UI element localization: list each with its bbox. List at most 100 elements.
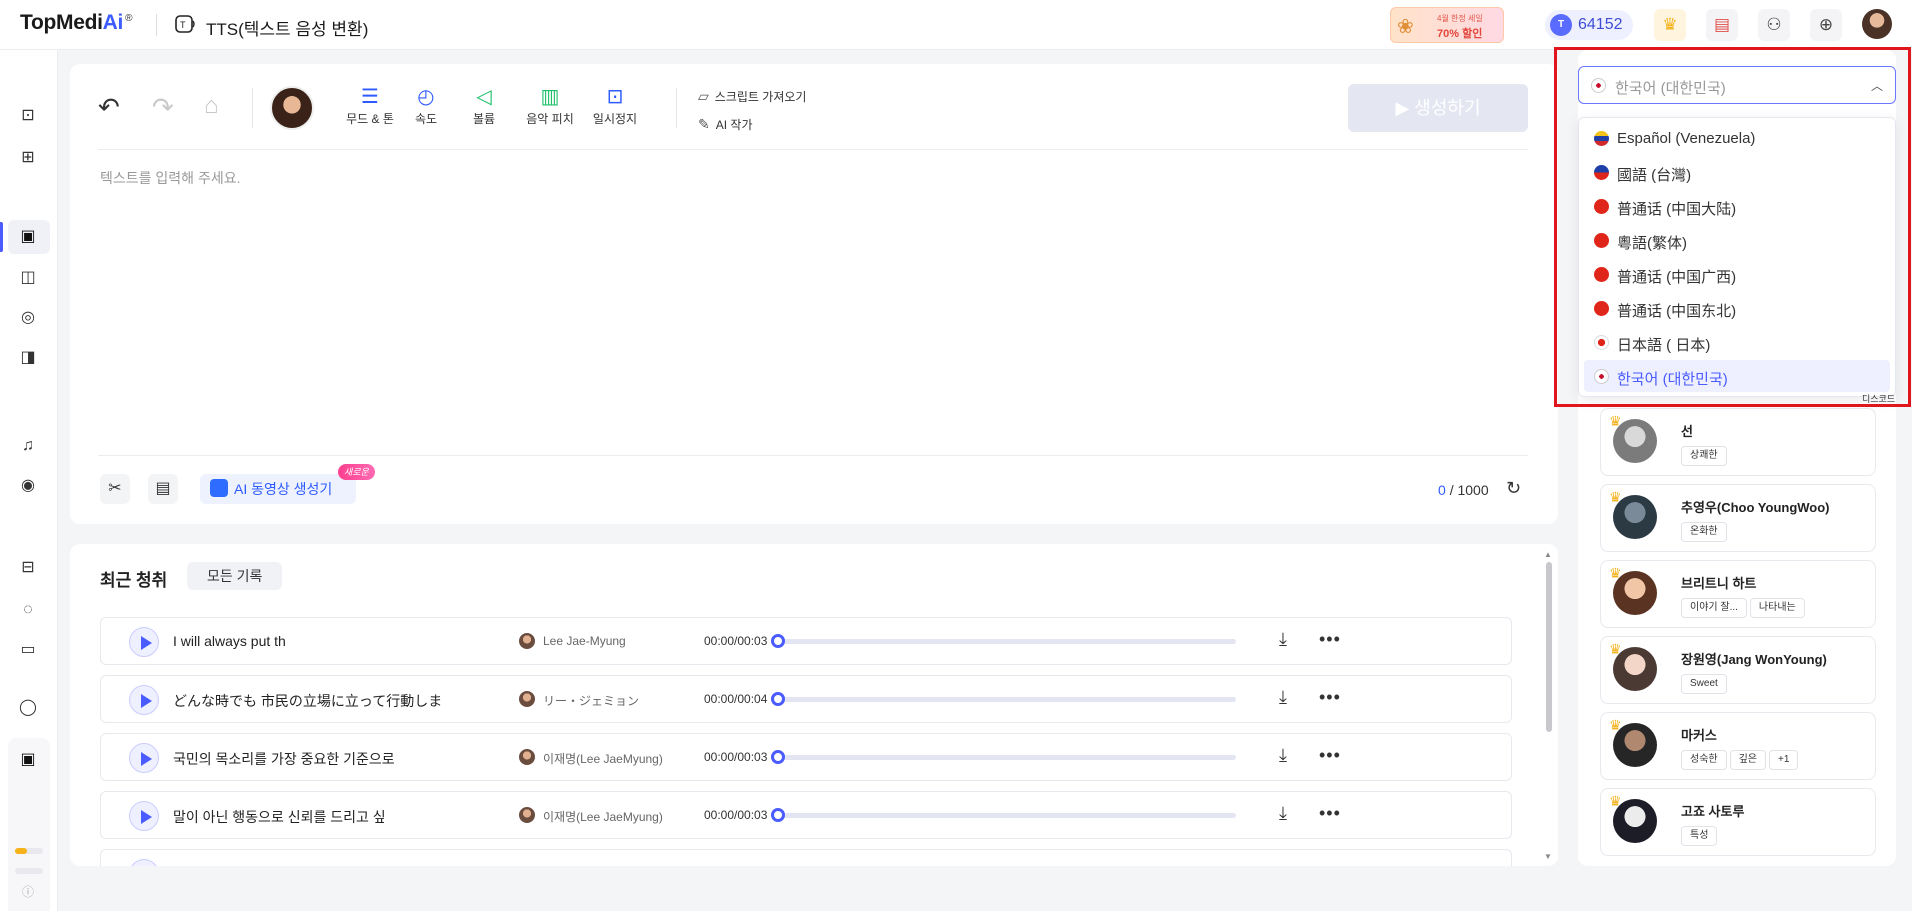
clear-brush-icon[interactable]: ⌂	[204, 92, 219, 120]
crown-icon: ♛	[1609, 717, 1622, 733]
scroll-down-arrow[interactable]: ▼	[1544, 852, 1552, 861]
chevron-up-icon: ︿	[1870, 79, 1883, 93]
audio-icon[interactable]: ◎	[18, 308, 38, 328]
script-import-link[interactable]: ▱ 스크립트 가져오기	[698, 88, 806, 105]
voice-card[interactable]: ♛ 선 상쾌한	[1600, 408, 1876, 476]
more-options-icon[interactable]: •••	[1319, 745, 1341, 766]
progress-track[interactable]	[778, 755, 1236, 760]
download-icon[interactable]: ⤓	[1279, 745, 1287, 766]
voice-changer-icon[interactable]: ◨	[18, 348, 38, 368]
voice-tag: 깊은	[1729, 750, 1767, 770]
mood-tone-button[interactable]: ☰ 무드 & 톤	[340, 84, 400, 127]
progress-track[interactable]	[778, 697, 1236, 702]
more-options-icon[interactable]: •••	[1319, 803, 1341, 824]
app-logo[interactable]: TopMediAi ®	[20, 11, 132, 35]
download-icon[interactable]: ⤓	[1279, 803, 1287, 824]
voice-clone-icon[interactable]: ◫	[18, 268, 38, 288]
language-option-selected[interactable]: 한국어 (대한민국)	[1584, 360, 1890, 392]
credits-count: 64152	[1578, 16, 1623, 33]
promo-line2: 70% 할인	[1437, 28, 1483, 40]
language-select[interactable]: 한국어 (대한민국) ︿	[1578, 66, 1896, 104]
credit-coin-icon: T	[1550, 14, 1572, 36]
download-icon[interactable]: ⤓	[1279, 687, 1287, 708]
language-option[interactable]: 普通话 (中国大陆)	[1584, 190, 1890, 222]
pitch-icon: ▥	[540, 86, 560, 108]
history-scrollbar[interactable]	[1546, 562, 1552, 732]
progress-track[interactable]	[778, 813, 1236, 818]
language-selected: 한국어 (대한민국)	[1615, 80, 1726, 97]
quota-progress	[15, 848, 43, 854]
selected-voice-avatar[interactable]	[270, 86, 314, 130]
pitch-button[interactable]: ▥ 음악 피치	[520, 84, 580, 127]
download-icon[interactable]: ⤓	[1279, 629, 1287, 650]
language-option[interactable]: 普通话 (中国广西)	[1584, 258, 1890, 290]
voice-card[interactable]: ♛ 고죠 사토루 특성	[1600, 788, 1876, 856]
speed-button[interactable]: ◴ 속도	[406, 84, 446, 127]
language-option[interactable]: 日本語 ( 日本)	[1584, 326, 1890, 358]
voice-name: 이재명(Lee JaeMyung)	[543, 810, 663, 824]
chat-icon[interactable]: ◯	[18, 698, 38, 718]
all-records-button[interactable]: 모든 기록	[187, 562, 283, 590]
voice-card[interactable]: ♛ 추영우(Choo YoungWoo) 온화한	[1600, 484, 1876, 552]
gift-icon: ❀	[1397, 16, 1414, 38]
volume-button[interactable]: ◁ 볼륨	[462, 84, 506, 127]
ai-writer-link[interactable]: ✎ AI 작가	[698, 116, 753, 133]
video-import-icon[interactable]: ⊡	[18, 106, 38, 126]
progress-knob[interactable]	[771, 634, 785, 648]
progress-track[interactable]	[778, 639, 1236, 644]
refresh-icon[interactable]: ↻	[1506, 478, 1521, 499]
pause-button[interactable]: ⊡ 일시정지	[590, 84, 640, 127]
camera-icon[interactable]: ⊞	[18, 148, 38, 168]
play-button[interactable]	[129, 801, 159, 831]
history-title: 최근 청취	[100, 571, 168, 590]
globe-icon[interactable]: ⊕	[1810, 9, 1842, 41]
play-button[interactable]	[129, 859, 159, 866]
play-button[interactable]	[129, 743, 159, 773]
subtitle-icon[interactable]: ▤	[148, 474, 178, 504]
voice-card[interactable]: ♛ 장원영(Jang WonYoung) Sweet	[1600, 636, 1876, 704]
planet-icon[interactable]: ◌	[18, 600, 38, 620]
ai-icon[interactable]: ⊟	[18, 558, 38, 578]
progress-knob[interactable]	[771, 692, 785, 706]
language-option[interactable]: 國語 (台灣)	[1584, 156, 1890, 188]
info-icon[interactable]: ⓘ	[18, 882, 38, 902]
progress-knob[interactable]	[771, 808, 785, 822]
voice-name: 장원영(Jang WonYoung)	[1681, 652, 1827, 667]
voice-tag: 성숙한	[1681, 750, 1727, 770]
tts-editor-card: ↶ ↷ ⌂ ☰ 무드 & 톤 ◴ 속도 ◁ 볼륨 ▥ 음악 피치 ⊡ 일시정지 ▱ 스크립트…	[70, 64, 1558, 524]
more-options-icon[interactable]: •••	[1319, 629, 1341, 650]
history-row: 말이 아닌 행동으로 신뢰를 드리고 싶 이재명(Lee JaeMyung) 0…	[100, 791, 1512, 839]
redo-icon[interactable]: ↷	[152, 92, 174, 123]
scissors-icon[interactable]: ✂	[100, 474, 130, 504]
volume-icon: ◁	[476, 86, 492, 108]
voice-name: 선	[1681, 424, 1693, 439]
user-avatar[interactable]	[1862, 9, 1892, 39]
music-icon[interactable]: ♫	[18, 436, 38, 456]
voice-card[interactable]: ♛ 브리트니 하트 이야기 잘... 나타내는	[1600, 560, 1876, 628]
generate-button[interactable]: ▶ 생성하기	[1348, 84, 1528, 132]
promo-banner[interactable]: ❀ 4월 한정 세일 70% 할인	[1390, 7, 1504, 43]
play-button[interactable]	[129, 685, 159, 715]
calendar-icon[interactable]: ▤	[1706, 9, 1738, 41]
credits-badge[interactable]: T 64152	[1545, 10, 1633, 40]
text-input[interactable]	[100, 168, 1520, 498]
progress-knob[interactable]	[771, 750, 785, 764]
crown-premium-icon[interactable]: ♛	[1654, 9, 1686, 41]
record-icon[interactable]: ◉	[18, 476, 38, 496]
share-nodes-icon[interactable]: ⚇	[1758, 9, 1790, 41]
china-flag-icon	[1594, 301, 1609, 316]
ai-video-generator-button[interactable]: AI 동영상 생성기	[200, 474, 356, 504]
voice-card[interactable]: ♛ 마커스 성숙한 깊은 +1	[1600, 712, 1876, 780]
language-option[interactable]: Español (Venezuela)	[1584, 122, 1890, 154]
undo-icon[interactable]: ↶	[98, 92, 120, 123]
folder-icon[interactable]: ▭	[18, 640, 38, 660]
tts-nav-icon[interactable]: ▣	[18, 227, 38, 247]
language-option[interactable]: 普通话 (中国东北)	[1584, 292, 1890, 324]
more-options-icon[interactable]: •••	[1319, 687, 1341, 708]
scroll-up-arrow[interactable]: ▲	[1544, 550, 1552, 559]
voice-tag: 나타내는	[1749, 598, 1805, 618]
language-option[interactable]: 粵語(繁体)	[1584, 224, 1890, 256]
history-text: 말이 아닌 행동으로 신뢰를 드리고 싶	[173, 809, 386, 825]
play-button[interactable]	[129, 627, 159, 657]
recent-listening-card: 최근 청취 모든 기록 I will always put th Lee Jae…	[70, 544, 1558, 866]
